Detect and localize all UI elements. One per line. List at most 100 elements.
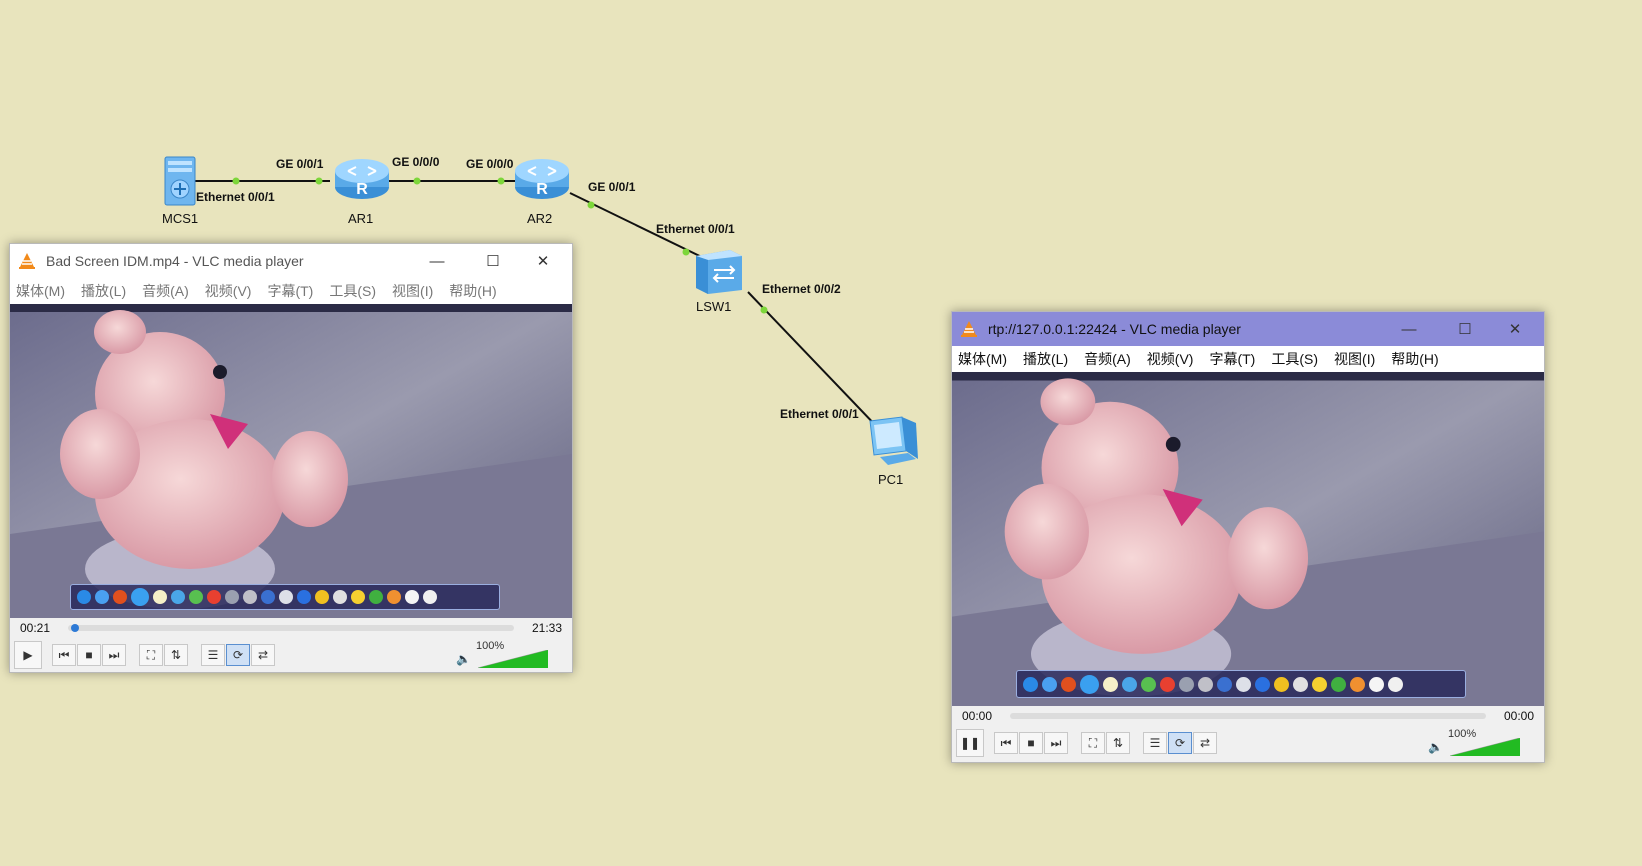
device-ar1[interactable]: R	[334, 154, 390, 205]
port-label: GE 0/0/1	[276, 157, 324, 171]
port-label: Ethernet 0/0/1	[656, 222, 735, 236]
volume-control[interactable]: 🔈 100%	[456, 640, 566, 668]
device-lsw1[interactable]	[692, 246, 744, 301]
previous-button[interactable]: ⏮	[994, 732, 1018, 754]
time-elapsed: 00:00	[961, 709, 993, 723]
port-label: GE 0/0/0	[466, 157, 514, 171]
port-dot	[315, 177, 323, 185]
playlist-button[interactable]: ☰	[201, 644, 225, 666]
menu-help[interactable]: 帮助(H)	[449, 281, 496, 301]
seek-row: 00:00 00:00	[952, 706, 1544, 726]
loop-button[interactable]: ⟳	[1168, 732, 1192, 754]
device-ar2[interactable]: R	[514, 154, 570, 205]
device-pc1[interactable]	[868, 415, 920, 476]
time-elapsed: 00:21	[19, 621, 51, 635]
port-dot	[760, 306, 768, 314]
pc-icon	[869, 416, 918, 465]
playlist-icon: ☰	[1149, 736, 1161, 750]
extended-icon: ⇅	[1112, 736, 1124, 750]
window-title: rtp://127.0.0.1:22424 - VLC media player	[988, 321, 1241, 337]
prev-icon: ⏮	[1000, 735, 1012, 750]
vlc-window-stream[interactable]: rtp://127.0.0.1:22424 - VLC media player…	[951, 311, 1545, 763]
device-mcs1[interactable]	[163, 153, 199, 212]
video-area[interactable]	[952, 372, 1544, 706]
menu-subtitle[interactable]: 字幕(T)	[267, 281, 313, 301]
seek-bar[interactable]	[1010, 713, 1486, 719]
loop-icon: ⟳	[1174, 736, 1186, 750]
stop-button[interactable]: ■	[77, 644, 101, 666]
pause-button[interactable]: ❚❚	[956, 729, 984, 757]
menu-media[interactable]: 媒体(M)	[16, 281, 65, 301]
fullscreen-icon: ⛶	[146, 647, 156, 662]
video-frame	[10, 304, 572, 618]
controls-bar: ▶ ⏮ ■ ⏭ ⛶ ⇅ ☰ ⟳ ⇄ 🔈 100%	[10, 638, 572, 672]
menu-tools[interactable]: 工具(S)	[329, 281, 376, 301]
fullscreen-button[interactable]: ⛶	[1081, 732, 1105, 754]
menubar: 媒体(M) 播放(L) 音频(A) 视频(V) 字幕(T) 工具(S) 视图(I…	[952, 346, 1544, 372]
stop-icon: ■	[1027, 736, 1035, 750]
loop-button[interactable]: ⟳	[226, 644, 250, 666]
menu-view[interactable]: 视图(I)	[392, 281, 433, 301]
menu-help[interactable]: 帮助(H)	[1391, 349, 1438, 369]
extended-settings-button[interactable]: ⇅	[164, 644, 188, 666]
close-icon[interactable]: ✕	[520, 244, 566, 278]
shuffle-icon: ⇄	[257, 648, 269, 662]
volume-slider[interactable]	[1450, 738, 1520, 756]
dock-bar	[70, 584, 500, 610]
fullscreen-button[interactable]: ⛶	[139, 644, 163, 666]
menu-audio[interactable]: 音频(A)	[142, 281, 189, 301]
next-button[interactable]: ⏭	[102, 644, 126, 666]
maximize-icon[interactable]: ☐	[1442, 312, 1488, 346]
controls-bar: ❚❚ ⏮ ■ ⏭ ⛶ ⇅ ☰ ⟳ ⇄ 🔈 100%	[952, 726, 1544, 760]
shuffle-button[interactable]: ⇄	[1193, 732, 1217, 754]
port-dot	[232, 177, 240, 185]
menu-video[interactable]: 视频(V)	[1147, 349, 1194, 369]
menu-playback[interactable]: 播放(L)	[81, 281, 126, 301]
shuffle-button[interactable]: ⇄	[251, 644, 275, 666]
window-title: Bad Screen IDM.mp4 - VLC media player	[46, 253, 304, 269]
device-label-ar2: AR2	[527, 211, 553, 226]
menu-audio[interactable]: 音频(A)	[1084, 349, 1131, 369]
extended-settings-button[interactable]: ⇅	[1106, 732, 1130, 754]
extended-icon: ⇅	[170, 648, 182, 662]
playlist-button[interactable]: ☰	[1143, 732, 1167, 754]
next-icon: ⏭	[108, 647, 120, 662]
server-icon	[164, 156, 196, 206]
previous-button[interactable]: ⏮	[52, 644, 76, 666]
stop-button[interactable]: ■	[1019, 732, 1043, 754]
menu-media[interactable]: 媒体(M)	[958, 349, 1007, 369]
seek-bar[interactable]	[68, 624, 514, 632]
next-button[interactable]: ⏭	[1044, 732, 1068, 754]
port-dot	[587, 201, 595, 209]
titlebar[interactable]: Bad Screen IDM.mp4 - VLC media player — …	[10, 244, 572, 278]
menu-playback[interactable]: 播放(L)	[1023, 349, 1068, 369]
port-label: Ethernet 0/0/2	[762, 282, 841, 296]
menu-video[interactable]: 视频(V)	[205, 281, 252, 301]
minimize-icon[interactable]: —	[414, 244, 460, 278]
menu-tools[interactable]: 工具(S)	[1271, 349, 1318, 369]
device-label-lsw1: LSW1	[696, 299, 732, 314]
pause-icon: ❚❚	[959, 736, 981, 750]
menu-view[interactable]: 视图(I)	[1334, 349, 1375, 369]
video-area[interactable]	[10, 304, 572, 618]
router-icon: R	[335, 159, 389, 199]
volume-control[interactable]: 🔈 100%	[1428, 728, 1538, 756]
vlc-cone-icon	[961, 321, 977, 337]
vlc-window-file[interactable]: Bad Screen IDM.mp4 - VLC media player — …	[9, 243, 573, 673]
dock-bar	[1016, 670, 1466, 698]
device-label-ar1: AR1	[348, 211, 374, 226]
volume-slider[interactable]	[478, 650, 548, 668]
video-frame	[952, 372, 1544, 706]
time-total: 21:33	[531, 621, 563, 635]
port-dot	[682, 248, 690, 256]
seek-knob[interactable]	[71, 624, 80, 632]
svg-text:R: R	[536, 181, 548, 198]
switch-icon	[696, 250, 742, 294]
titlebar[interactable]: rtp://127.0.0.1:22424 - VLC media player…	[952, 312, 1544, 346]
router-icon: R	[515, 159, 569, 199]
menu-subtitle[interactable]: 字幕(T)	[1209, 349, 1255, 369]
maximize-icon[interactable]: ☐	[470, 244, 516, 278]
minimize-icon[interactable]: —	[1386, 312, 1432, 346]
close-icon[interactable]: ✕	[1492, 312, 1538, 346]
play-button[interactable]: ▶	[14, 641, 42, 669]
